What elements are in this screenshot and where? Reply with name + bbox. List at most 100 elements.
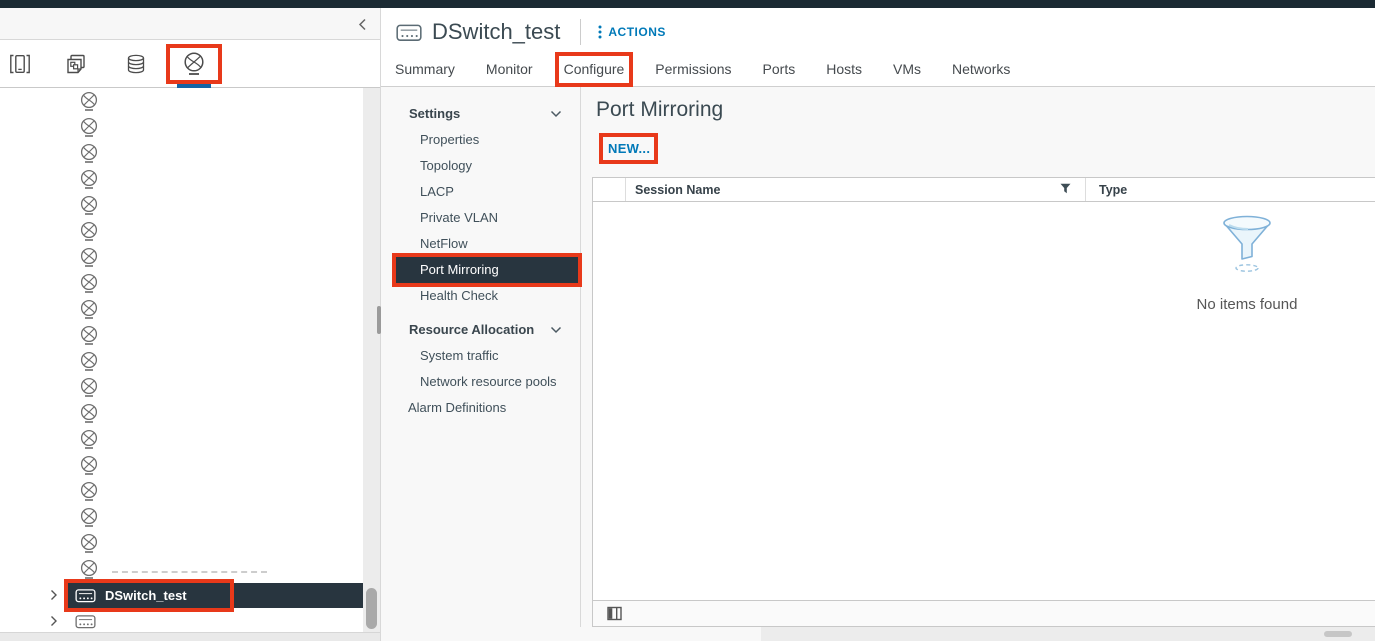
sidenav-group-label: Settings	[409, 106, 460, 121]
empty-filter-funnel-icon	[1221, 260, 1273, 277]
tab-vms[interactable]: VMs	[893, 55, 921, 86]
actions-menu-button[interactable]: ACTIONS	[598, 25, 666, 39]
distributed-switch-icon	[75, 588, 96, 603]
column-label: Session Name	[635, 183, 720, 197]
sidenav-group-settings[interactable]: Settings	[381, 101, 580, 127]
main-panel: DSwitch_test ACTIONS Summary Monitor Con…	[380, 8, 1375, 641]
chevron-down-icon	[550, 110, 562, 118]
object-header: DSwitch_test ACTIONS	[381, 8, 1375, 56]
sidenav-item-port-mirroring[interactable]: Port Mirroring	[396, 257, 578, 283]
inventory-tree: DSwitch_test	[0, 88, 363, 632]
tab-hosts[interactable]: Hosts	[826, 55, 862, 86]
tab-ports[interactable]: Ports	[763, 55, 796, 86]
tree-item-dswitch-test[interactable]: DSwitch_test	[0, 582, 363, 608]
sessions-table: Session Name Type	[592, 177, 1375, 627]
panel-collapse-strip	[0, 8, 380, 40]
chevron-left-icon	[358, 18, 367, 31]
sidenav-item-lacp[interactable]: LACP	[381, 179, 580, 205]
sidenav-item-topology[interactable]: Topology	[381, 153, 580, 179]
tree-scrollbar[interactable]	[363, 88, 380, 632]
tab-label: Configure	[564, 61, 625, 77]
tree-item-portgroup[interactable]	[0, 478, 363, 504]
tree-item-portgroup[interactable]	[0, 270, 363, 296]
erased-label-remnant	[112, 571, 267, 573]
tree-item-portgroup[interactable]	[0, 504, 363, 530]
sidenav-item-label: Port Mirroring	[420, 262, 499, 277]
tree-item-portgroup[interactable]	[0, 166, 363, 192]
horizontal-scrollbar[interactable]	[761, 627, 1375, 641]
tree-item-portgroup[interactable]	[0, 114, 363, 140]
tab-networks[interactable]: Networks	[952, 55, 1010, 86]
tab-configure[interactable]: Configure	[564, 55, 625, 86]
tree-item-portgroup[interactable]	[0, 400, 363, 426]
configure-sidenav: Settings Properties Topology LACP Privat…	[381, 87, 581, 627]
tree-item-sibling-row[interactable]	[68, 609, 363, 633]
chevron-right-icon[interactable]	[50, 589, 68, 601]
hosts-and-clusters-icon[interactable]	[2, 47, 38, 81]
inventory-panel: DSwitch_test	[0, 8, 380, 641]
tab-bar: Summary Monitor Configure Permissions Po…	[381, 56, 1375, 87]
actions-label: ACTIONS	[608, 25, 666, 39]
tree-item-dswitch-selected-row[interactable]: DSwitch_test	[68, 583, 363, 608]
column-label: Type	[1099, 183, 1127, 197]
inventory-view-switcher	[0, 40, 380, 88]
empty-state-message: No items found	[1167, 296, 1327, 313]
vsphere-client-window: DSwitch_test	[0, 0, 1375, 641]
filter-icon[interactable]	[1060, 183, 1071, 197]
table-header-select-column[interactable]	[593, 178, 626, 201]
tree-item-portgroup[interactable]	[0, 218, 363, 244]
distributed-switch-icon	[396, 23, 422, 42]
sidenav-item-netflow[interactable]: NetFlow	[381, 231, 580, 257]
tree-item-portgroup[interactable]	[0, 348, 363, 374]
panel-resize-handle[interactable]	[377, 306, 381, 334]
column-settings-icon[interactable]	[607, 606, 622, 621]
tree-item-label: DSwitch_test	[105, 588, 187, 603]
tree-horizontal-scroll-strip[interactable]	[0, 632, 380, 641]
tab-permissions[interactable]: Permissions	[655, 55, 731, 86]
tab-summary[interactable]: Summary	[395, 55, 455, 86]
table-footer	[593, 600, 1375, 626]
tree-item-dswitch-sibling[interactable]	[0, 608, 363, 632]
configure-content: Settings Properties Topology LACP Privat…	[381, 87, 1375, 641]
page-title: Port Mirroring	[596, 98, 723, 122]
tree-list	[0, 88, 363, 582]
tree-scrollbar-thumb[interactable]	[366, 588, 377, 629]
table-header-session-name[interactable]: Session Name	[626, 178, 1086, 201]
tree-item-portgroup[interactable]	[0, 296, 363, 322]
horizontal-scrollbar-thumb[interactable]	[1324, 631, 1352, 637]
sidenav-group-label: Resource Allocation	[409, 322, 534, 337]
table-header-type[interactable]: Type	[1086, 183, 1375, 197]
sidenav-item-alarm-definitions[interactable]: Alarm Definitions	[381, 395, 580, 421]
top-bar	[0, 0, 1375, 8]
sidenav-item-health-check[interactable]: Health Check	[381, 283, 580, 309]
kebab-menu-icon	[598, 25, 602, 39]
table-header-row: Session Name Type	[593, 178, 1375, 202]
sidenav-item-properties[interactable]: Properties	[381, 127, 580, 153]
tree-item-portgroup[interactable]	[0, 374, 363, 400]
sidenav-group-resource-allocation[interactable]: Resource Allocation	[381, 317, 580, 343]
tree-item-portgroup[interactable]	[0, 192, 363, 218]
vms-and-templates-icon[interactable]	[58, 47, 94, 81]
chevron-right-icon[interactable]	[50, 615, 68, 627]
sidenav-item-system-traffic[interactable]: System traffic	[381, 343, 580, 369]
tree-item-portgroup[interactable]	[0, 452, 363, 478]
networking-icon[interactable]	[176, 47, 212, 81]
tree-item-portgroup[interactable]	[0, 140, 363, 166]
empty-state: No items found	[1167, 215, 1327, 313]
collapse-panel-button[interactable]	[354, 16, 370, 32]
tree-item-portgroup[interactable]	[0, 530, 363, 556]
tree-item-portgroup[interactable]	[0, 88, 363, 114]
tree-item-portgroup[interactable]	[0, 244, 363, 270]
tree-item-portgroup[interactable]	[0, 426, 363, 452]
table-body: No items found	[593, 203, 1375, 599]
storage-icon[interactable]	[118, 47, 154, 81]
tree-item-portgroup[interactable]	[0, 322, 363, 348]
tree-item-portgroup[interactable]	[0, 556, 363, 582]
tab-monitor[interactable]: Monitor	[486, 55, 533, 86]
distributed-switch-icon	[75, 614, 96, 629]
sidenav-item-private-vlan[interactable]: Private VLAN	[381, 205, 580, 231]
page-object-title: DSwitch_test	[432, 19, 560, 45]
sidenav-item-network-resource-pools[interactable]: Network resource pools	[381, 369, 580, 395]
new-session-button[interactable]: NEW...	[608, 141, 650, 156]
new-session-label: NEW...	[608, 141, 650, 156]
